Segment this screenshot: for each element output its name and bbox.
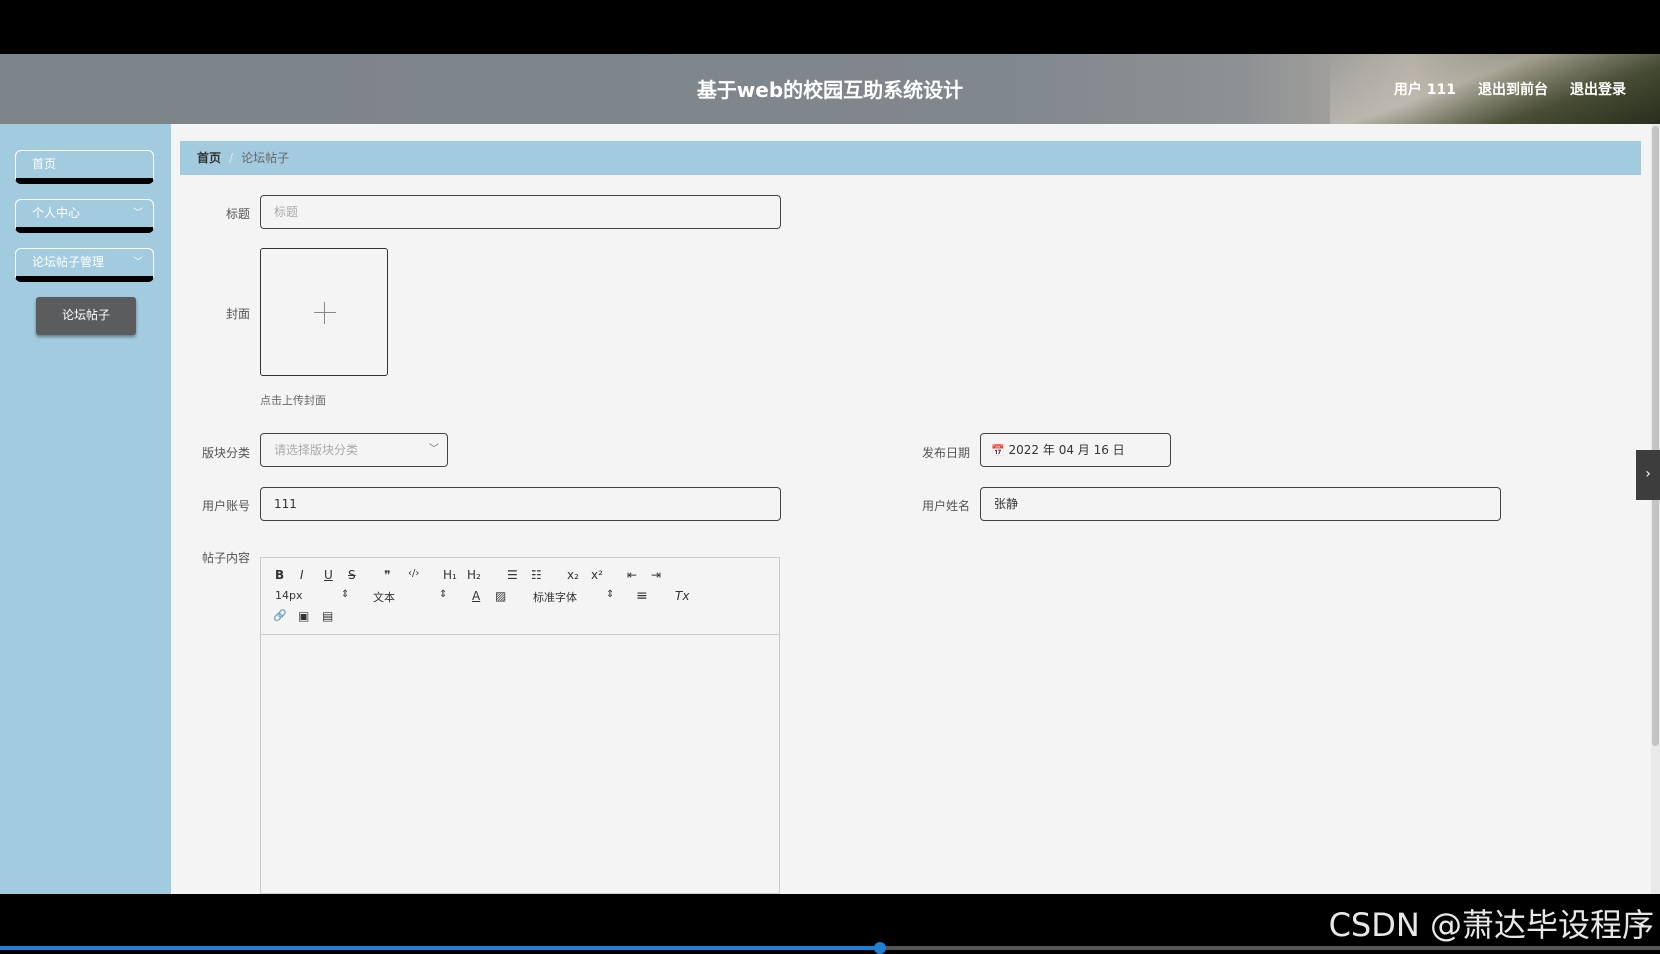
plus-icon bbox=[314, 312, 336, 313]
cover-hint: 点击上传封面 bbox=[260, 394, 326, 407]
publish-date-label: 发布日期 bbox=[921, 446, 970, 460]
sidebar: 首页 个人中心 ﹀ 论坛帖子管理 ﹀ 论坛帖子 bbox=[0, 124, 171, 894]
underline-button[interactable]: U bbox=[324, 568, 333, 582]
user-label: 用户 111 bbox=[1393, 82, 1456, 98]
clear-format-icon[interactable]: Tx bbox=[675, 589, 689, 603]
sidebar-item-label: 论坛帖子管理 bbox=[32, 255, 105, 269]
chevron-right-icon: › bbox=[1645, 466, 1651, 482]
italic-button[interactable]: I bbox=[300, 568, 304, 582]
watermark: CSDN @萧达毕设程序 bbox=[1328, 906, 1654, 944]
quote-icon[interactable]: ❞ bbox=[384, 568, 390, 582]
publish-date-picker[interactable]: 📅 2022 年 04 月 16 日 bbox=[980, 433, 1171, 467]
font-family-arrow-icon: ⇕ bbox=[606, 589, 615, 600]
sidebar-item-label: 首页 bbox=[32, 157, 57, 171]
logout-link[interactable]: 退出登录 bbox=[1570, 79, 1626, 99]
page-scrollbar[interactable] bbox=[1651, 124, 1660, 894]
category-label: 版块分类 bbox=[201, 446, 250, 460]
chevron-down-icon: ﹀ bbox=[133, 208, 143, 219]
h2-button[interactable]: H₂ bbox=[467, 568, 481, 582]
ordered-list-icon[interactable]: ☰ bbox=[507, 568, 518, 582]
scrollbar-thumb[interactable] bbox=[1652, 126, 1659, 746]
progress-fill bbox=[0, 946, 880, 950]
strike-button[interactable]: S bbox=[348, 568, 356, 582]
calendar-icon: 📅 bbox=[991, 444, 1005, 457]
right-drawer-toggle[interactable]: › bbox=[1636, 450, 1660, 500]
exit-to-front-link[interactable]: 退出到前台 bbox=[1478, 79, 1548, 99]
heading-arrow-icon: ⇕ bbox=[439, 589, 448, 600]
header: 基于web的校园互助系统设计 用户 111 退出到前台 退出登录 bbox=[0, 54, 1660, 124]
bold-button[interactable]: B bbox=[275, 568, 284, 582]
account-label: 用户账号 bbox=[201, 499, 250, 513]
breadcrumb-separator: / bbox=[229, 151, 234, 165]
cover-upload[interactable] bbox=[260, 248, 388, 376]
background-color-icon[interactable]: ▨ bbox=[495, 589, 506, 603]
chevron-down-icon: ﹀ bbox=[429, 444, 439, 455]
h1-button[interactable]: H₁ bbox=[443, 568, 457, 582]
font-size-arrow-icon: ⇕ bbox=[341, 589, 350, 600]
header-nav: 用户 111 退出到前台 退出登录 bbox=[1394, 79, 1626, 99]
chevron-down-icon: ﹀ bbox=[133, 257, 143, 268]
sidebar-item-label: 个人中心 bbox=[32, 206, 81, 220]
font-family-select[interactable]: 标准字体 bbox=[533, 589, 577, 605]
font-color-icon[interactable]: A bbox=[472, 589, 480, 603]
breadcrumb-home[interactable]: 首页 bbox=[197, 151, 221, 165]
link-icon[interactable]: 🔗 bbox=[273, 609, 287, 622]
image-icon[interactable]: ▣ bbox=[298, 609, 309, 623]
cover-label: 封面 bbox=[225, 307, 250, 321]
title-label: 标题 bbox=[225, 207, 250, 221]
align-icon[interactable]: ≡ bbox=[636, 588, 648, 604]
outdent-icon[interactable]: ⇤ bbox=[627, 568, 637, 582]
category-select-placeholder: 请选择版块分类 bbox=[274, 443, 359, 457]
name-input[interactable]: 张静 bbox=[980, 487, 1501, 521]
unordered-list-icon[interactable]: ☷ bbox=[531, 568, 542, 582]
sidebar-item-home[interactable]: 首页 bbox=[15, 150, 154, 184]
video-icon[interactable]: ▤ bbox=[322, 609, 333, 623]
heading-select[interactable]: 文本 bbox=[373, 589, 395, 605]
rich-text-editor: B I U S ❞ ‹/› H₁ H₂ ☰ ☷ x₂ x² ⇤ ⇥ 14px ⇕… bbox=[260, 557, 780, 894]
plus-icon-vertical bbox=[324, 302, 325, 324]
category-select[interactable]: 请选择版块分类 ﹀ bbox=[260, 433, 448, 467]
account-input[interactable]: 111 bbox=[260, 487, 781, 521]
code-icon[interactable]: ‹/› bbox=[408, 568, 419, 579]
subscript-button[interactable]: x₂ bbox=[567, 568, 579, 582]
editor-content-area[interactable] bbox=[261, 636, 779, 893]
font-size-select[interactable]: 14px bbox=[275, 589, 303, 602]
sidebar-item-personal-center[interactable]: 个人中心 ﹀ bbox=[15, 199, 154, 233]
video-progress-bar[interactable] bbox=[0, 942, 1660, 954]
name-label: 用户姓名 bbox=[921, 499, 970, 513]
editor-toolbar: B I U S ❞ ‹/› H₁ H₂ ☰ ☷ x₂ x² ⇤ ⇥ 14px ⇕… bbox=[261, 558, 779, 635]
content-label: 帖子内容 bbox=[201, 551, 250, 565]
top-black-bar bbox=[0, 0, 1660, 54]
title-input[interactable]: 标题 bbox=[260, 195, 781, 229]
sidebar-item-forum-management[interactable]: 论坛帖子管理 ﹀ bbox=[15, 248, 154, 282]
breadcrumb-current: 论坛帖子 bbox=[241, 151, 290, 165]
sidebar-subitem-forum-posts[interactable]: 论坛帖子 bbox=[36, 297, 136, 335]
app-window: 基于web的校园互助系统设计 用户 111 退出到前台 退出登录 首页 个人中心… bbox=[0, 54, 1660, 894]
progress-knob[interactable] bbox=[874, 942, 886, 954]
publish-date-value: 2022 年 04 月 16 日 bbox=[1008, 443, 1125, 457]
breadcrumb: 首页 / 论坛帖子 bbox=[180, 141, 1641, 175]
superscript-button[interactable]: x² bbox=[591, 568, 603, 582]
indent-icon[interactable]: ⇥ bbox=[651, 568, 661, 582]
